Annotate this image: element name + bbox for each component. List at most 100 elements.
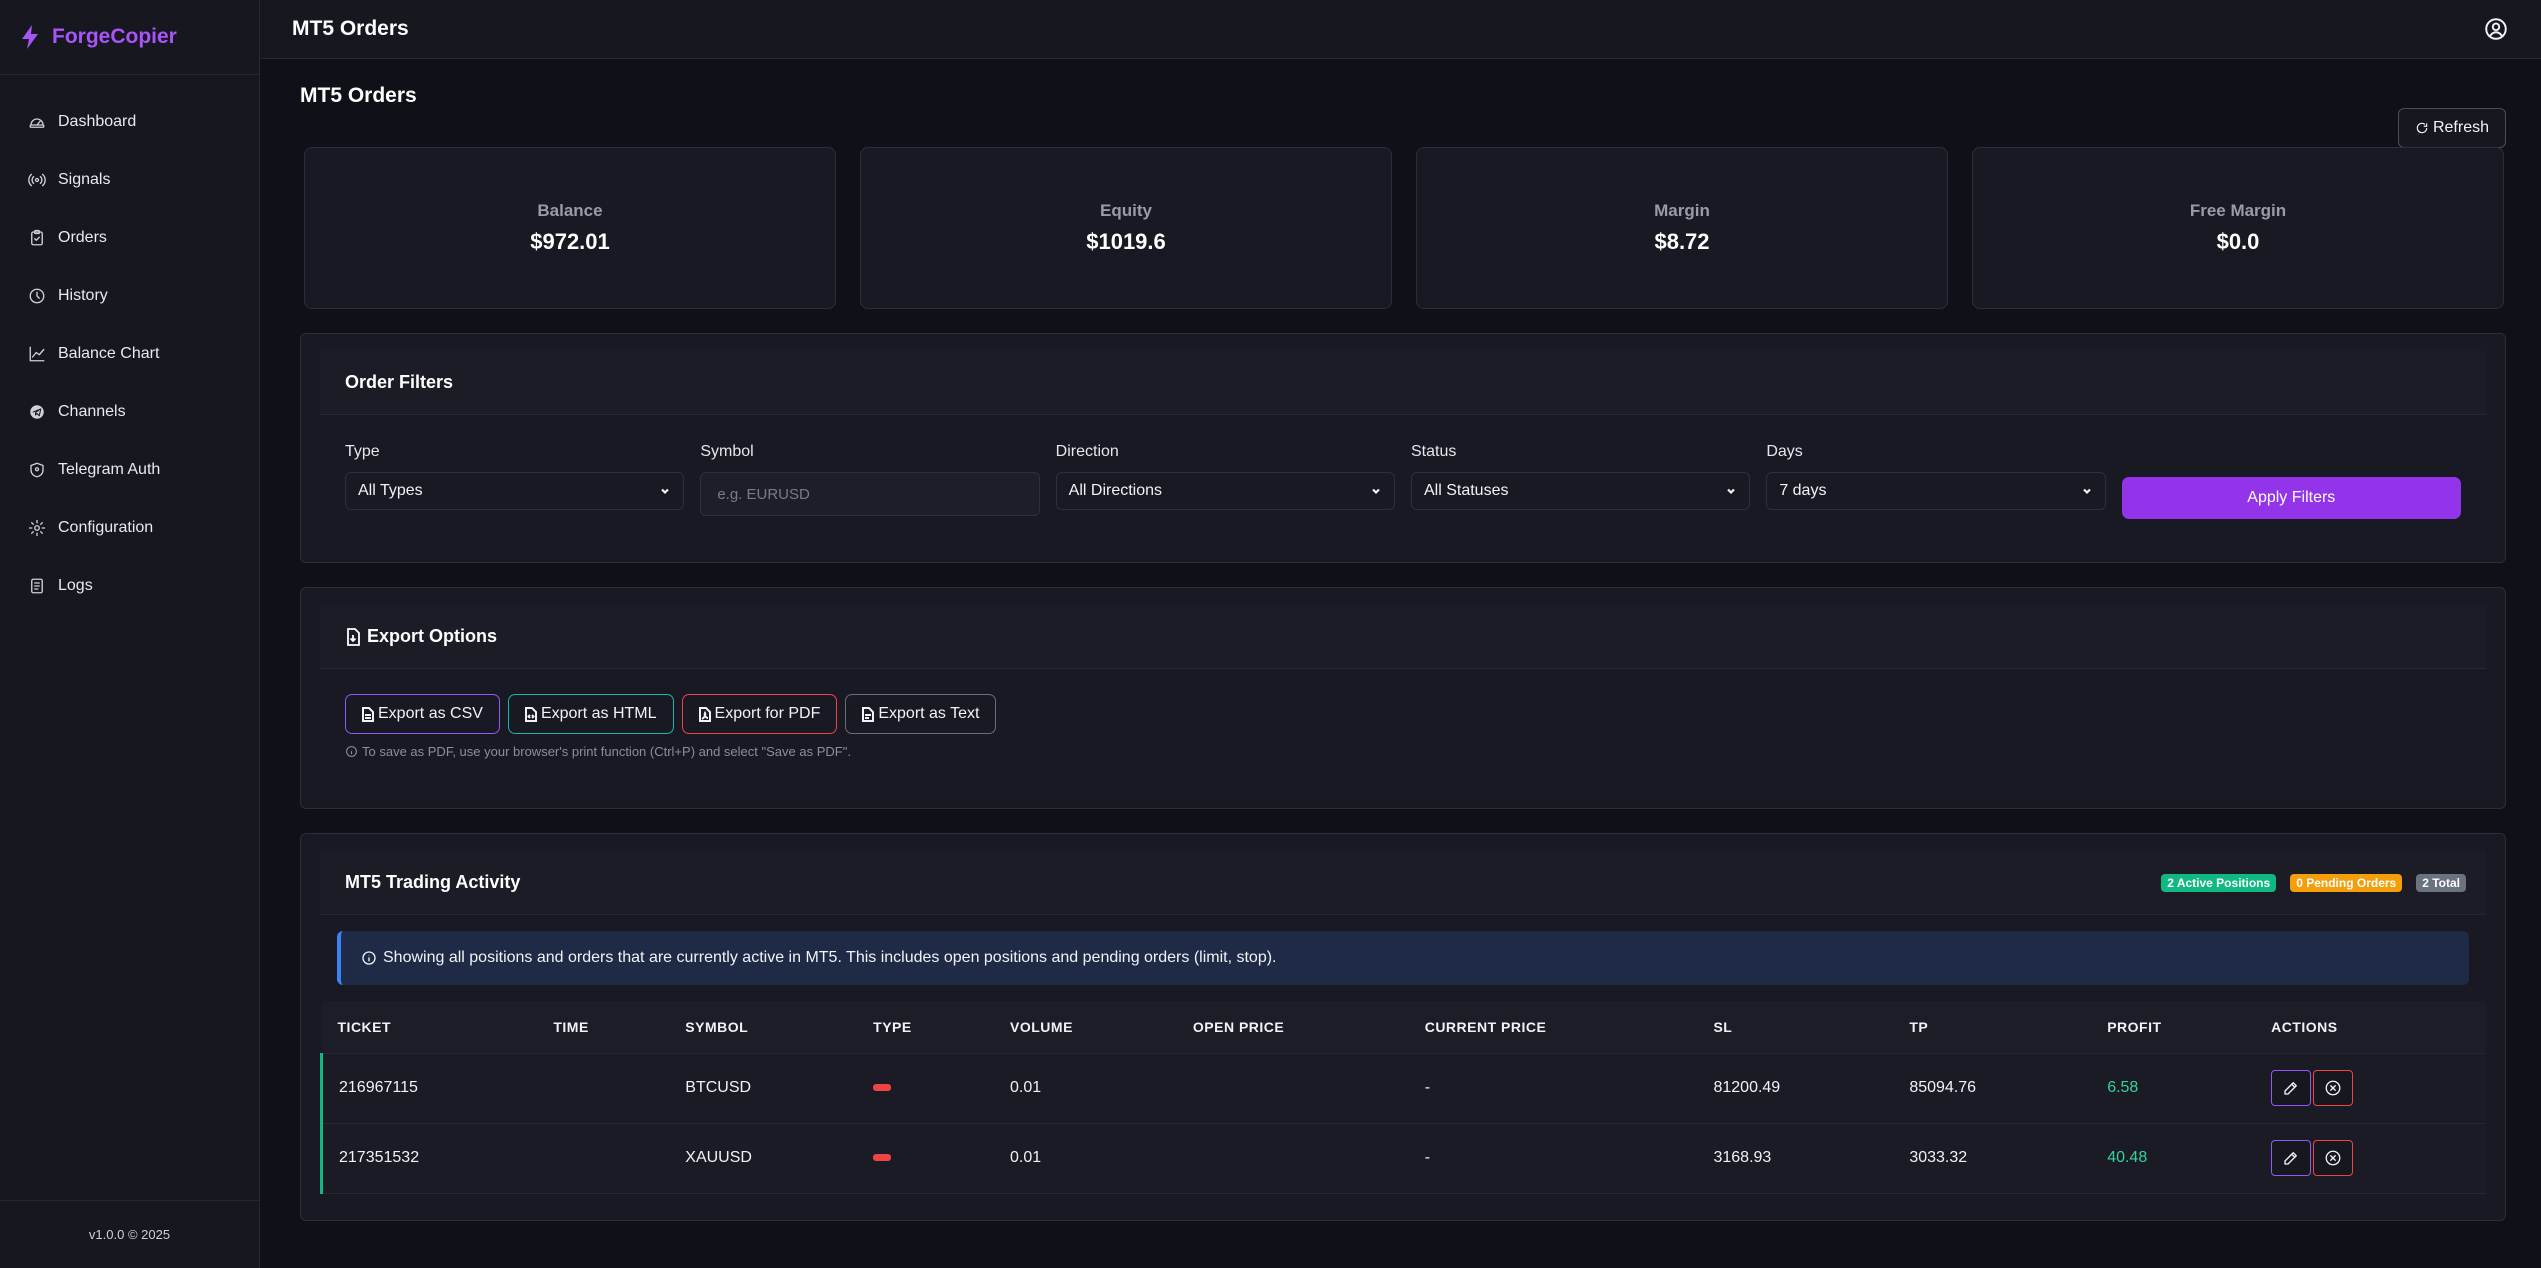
main-content: MT5 Orders Refresh Balance $972.01 Equit… [300, 59, 2506, 1221]
apply-filters-button[interactable]: Apply Filters [2121, 477, 2461, 519]
row-actions [2271, 1070, 2486, 1106]
sell-type-indicator [873, 1154, 892, 1162]
sidebar-item-logs[interactable]: Logs [0, 557, 259, 615]
sidebar-item-history[interactable]: History [0, 267, 259, 325]
info-text: Showing all positions and orders that ar… [383, 949, 1277, 966]
sidebar-item-label: Dashboard [58, 113, 137, 130]
activity-badges: 2 Active Positions 0 Pending Orders 2 To… [2161, 873, 2466, 892]
document-icon [31, 578, 43, 594]
edit-order-button[interactable] [2271, 1070, 2312, 1106]
select-value: All Statuses [1423, 482, 1509, 499]
refresh-button[interactable]: Refresh [2397, 108, 2506, 148]
note-text: To save as PDF, use your browser's print… [362, 744, 851, 759]
sidebar-item-signals[interactable]: Signals [0, 151, 259, 209]
panel-title: Export Options [367, 626, 497, 646]
sell-type-indicator [873, 1084, 892, 1092]
filter-direction: Direction All Directions [1055, 443, 1395, 519]
sidebar-nav: Dashboard Signals Orders History Balance… [0, 75, 259, 615]
active-positions-badge: 2 Active Positions [2161, 873, 2277, 892]
user-account-icon[interactable] [2483, 16, 2509, 42]
column-header: SYMBOL [669, 1001, 858, 1054]
symbol-cell: XAUUSD [685, 1149, 752, 1166]
button-label: Export as CSV [378, 705, 483, 722]
column-header: VOLUME [994, 1001, 1177, 1054]
stat-label: Equity [1100, 201, 1152, 220]
export-csv-button[interactable]: Export as CSV [345, 694, 500, 734]
chevron-down-icon [1727, 488, 1736, 495]
close-order-button[interactable] [2313, 1070, 2354, 1106]
export-html-button[interactable]: Export as HTML [507, 694, 674, 734]
filter-label: Status [1410, 443, 1457, 460]
tp-cell: 3033.32 [1909, 1149, 1968, 1166]
file-export-icon [347, 627, 360, 646]
open-price-cell [1177, 1123, 1409, 1193]
chevron-down-icon [1372, 488, 1380, 495]
actions-cell [2255, 1053, 2486, 1123]
column-header: ACTIONS [2255, 1001, 2486, 1054]
type-select[interactable]: All Types [345, 472, 685, 510]
sidebar-item-label: History [58, 287, 108, 304]
column-header: SL [1697, 1001, 1894, 1054]
direction-select[interactable]: All Directions [1055, 472, 1395, 510]
sidebar-item-channels[interactable]: Channels [0, 383, 259, 441]
stat-value: $1019.6 [1086, 229, 1166, 254]
row-actions [2271, 1140, 2486, 1176]
topbar-title: MT5 Orders [292, 17, 409, 40]
pending-orders-badge: 0 Pending Orders [2290, 873, 2403, 892]
pencil-icon [2284, 1152, 2298, 1165]
line-chart-icon [29, 346, 45, 362]
days-select[interactable]: 7 days [1766, 472, 2106, 510]
sidebar-item-dashboard[interactable]: Dashboard [0, 93, 259, 151]
sl-cell: 81200.49 [1713, 1079, 1781, 1096]
edit-order-button[interactable] [2271, 1140, 2312, 1176]
refresh-label: Refresh [2432, 119, 2489, 136]
column-header: TICKET [321, 1001, 538, 1054]
chevron-down-icon [2082, 488, 2091, 495]
filter-label: Direction [1055, 443, 1119, 460]
select-value: All Directions [1068, 482, 1163, 499]
version-footer: v1.0.0 © 2025 [0, 1200, 259, 1268]
trading-activity-panel: MT5 Trading Activity 2 Active Positions … [300, 833, 2506, 1221]
sidebar: ForgeCopier Dashboard Signals Orders His… [0, 0, 260, 1268]
status-select[interactable]: All Statuses [1410, 472, 1751, 510]
gear-icon [28, 519, 46, 537]
stat-card-balance: Balance $972.01 [304, 147, 836, 309]
brand[interactable]: ForgeCopier [0, 0, 259, 75]
info-banner: Showing all positions and orders that ar… [337, 931, 2469, 985]
volume-cell: 0.01 [1010, 1149, 1042, 1166]
sidebar-item-orders[interactable]: Orders [0, 209, 259, 267]
stat-card-free-margin: Free Margin $0.0 [1972, 147, 2504, 309]
panel-header: Export Options [320, 605, 2486, 669]
stat-label: Free Margin [2189, 201, 2287, 220]
lightning-bolt-icon [22, 25, 38, 49]
export-note: To save as PDF, use your browser's print… [301, 734, 2505, 759]
sidebar-item-label: Configuration [58, 519, 154, 536]
filter-label: Type [345, 443, 380, 460]
export-text-button[interactable]: Export as Text [845, 694, 997, 734]
table-row: 216967115 BTCUSD 0.01 - 81200.49 85094.7… [320, 1053, 2486, 1123]
export-pdf-button[interactable]: Export for PDF [681, 694, 838, 734]
chevron-down-icon [661, 488, 670, 495]
order-filters-panel: Order Filters Type All Types Symbol e.g.… [300, 333, 2506, 563]
sidebar-item-balance-chart[interactable]: Balance Chart [0, 325, 259, 383]
table-row: 217351532 XAUUSD 0.01 - 3168.93 3033.32 … [320, 1123, 2486, 1193]
page-title: MT5 Orders [300, 84, 417, 107]
select-value: All Types [358, 482, 423, 499]
stat-label: Balance [537, 201, 603, 220]
close-order-button[interactable] [2313, 1140, 2354, 1176]
stat-value: $0.0 [2216, 229, 2260, 254]
filters-row: Type All Types Symbol e.g. EURUSD Direct… [301, 415, 2505, 519]
panel-header: MT5 Trading Activity 2 Active Positions … [320, 851, 2486, 915]
filter-label: Days [1766, 443, 1803, 460]
column-header: TIME [537, 1001, 670, 1054]
symbol-input[interactable]: e.g. EURUSD [700, 472, 1040, 516]
button-label: Export for PDF [714, 705, 821, 722]
sidebar-item-telegram-auth[interactable]: Telegram Auth [0, 441, 259, 499]
column-header: OPEN PRICE [1176, 1001, 1409, 1054]
sidebar-item-configuration[interactable]: Configuration [0, 499, 259, 557]
filter-label: Symbol [700, 443, 754, 460]
orders-table: TICKET TIME SYMBOL TYPE VOLUME OPEN PRIC… [320, 1001, 2486, 1194]
sidebar-item-label: Signals [58, 171, 111, 188]
clock-icon [29, 288, 45, 304]
column-header: CURRENT PRICE [1408, 1001, 1698, 1054]
